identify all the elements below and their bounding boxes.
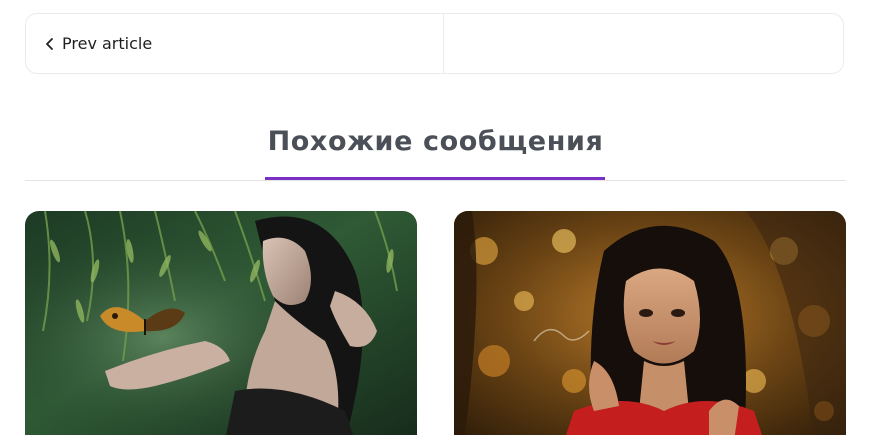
prev-article-label: Prev article (62, 34, 153, 53)
related-posts-title: Похожие сообщения (267, 126, 604, 157)
related-post-card-2[interactable] (454, 211, 846, 435)
page: Prev article Похожие сообщения (0, 0, 878, 435)
chevron-left-icon (44, 37, 56, 51)
next-article-cell (444, 14, 843, 73)
related-post-card-1[interactable] (25, 211, 417, 435)
section-accent-underline (265, 177, 605, 180)
post-navigation: Prev article (25, 13, 844, 74)
related-posts-header: Похожие сообщения (25, 118, 846, 181)
prev-article-cell[interactable]: Prev article (26, 14, 444, 73)
prev-article-link[interactable]: Prev article (44, 34, 152, 53)
section-divider (25, 180, 846, 181)
post-thumbnail-autumn-portrait (454, 211, 846, 435)
post-thumbnail-forest-butterfly (25, 211, 417, 435)
